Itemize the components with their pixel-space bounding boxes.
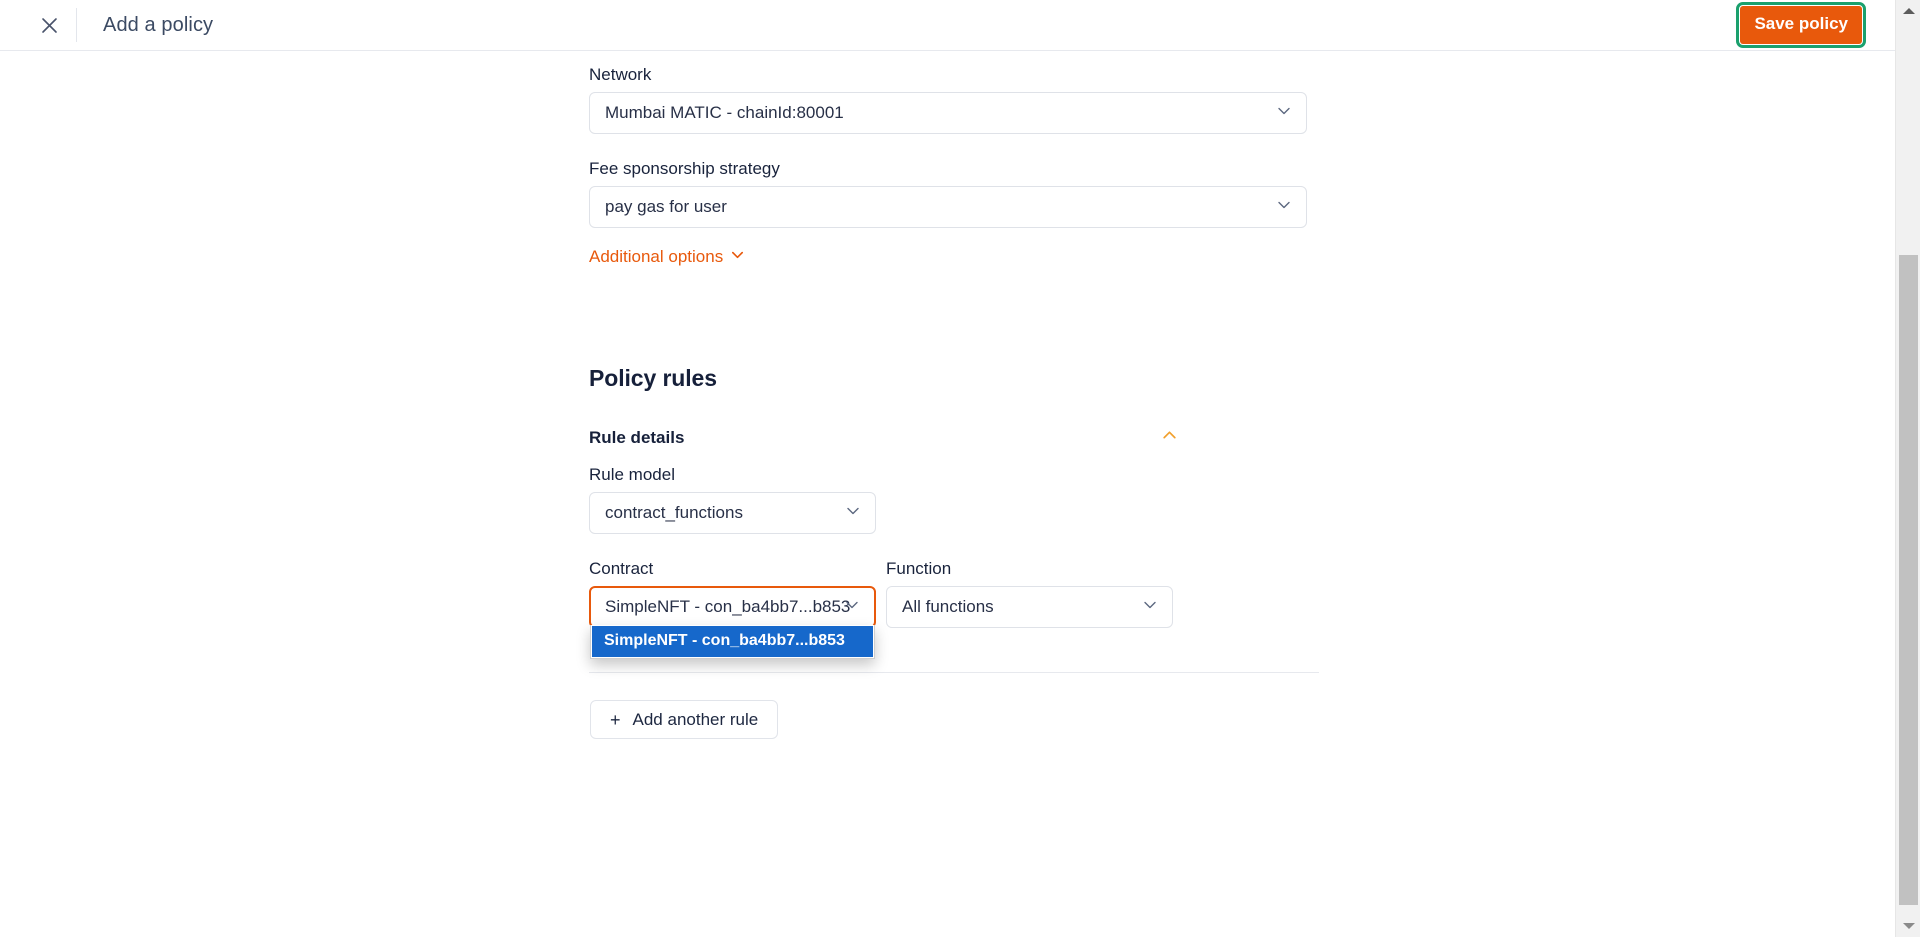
rule-details-header[interactable]: Rule details (589, 427, 1178, 449)
network-select[interactable]: Mumbai MATIC - chainId:80001 (589, 92, 1307, 134)
close-icon[interactable] (26, 2, 72, 48)
contract-options-list[interactable]: SimpleNFT - con_ba4bb7...b853 (590, 625, 875, 660)
chevron-down-icon (845, 503, 861, 524)
function-select[interactable]: All functions (886, 586, 1173, 628)
chevron-down-icon (1142, 597, 1158, 618)
fee-strategy-select-value: pay gas for user (605, 197, 727, 216)
chevron-down-icon (730, 247, 745, 267)
scroll-down-arrow[interactable] (1896, 915, 1920, 937)
network-select-value: Mumbai MATIC - chainId:80001 (605, 103, 844, 122)
close-icon-glyph (41, 17, 57, 33)
rule-model-select[interactable]: contract_functions (589, 492, 876, 534)
modal-header: Add a policy Save policy (0, 0, 1895, 51)
contract-select-value: SimpleNFT - con_ba4bb7...b853 (605, 597, 851, 616)
scroll-up-arrow[interactable] (1896, 0, 1920, 22)
modal-body: Network Mumbai MATIC - chainId:80001 Fee… (0, 51, 1895, 937)
additional-options-toggle[interactable]: Additional options (589, 247, 745, 267)
save-policy-button[interactable]: Save policy (1736, 2, 1866, 48)
fee-strategy-select[interactable]: pay gas for user (589, 186, 1307, 228)
chevron-up-icon (1161, 427, 1178, 449)
chevron-down-icon (1276, 103, 1292, 124)
chevron-down-icon (1276, 197, 1292, 218)
scrollbar-thumb[interactable] (1899, 255, 1918, 905)
plus-icon: + (610, 709, 621, 730)
rule-model-select-value: contract_functions (605, 503, 743, 522)
policy-rules-title: Policy rules (589, 365, 717, 391)
additional-options-label: Additional options (589, 247, 724, 266)
rules-divider (589, 672, 1319, 673)
vertical-scrollbar[interactable] (1895, 0, 1920, 937)
rule-model-label: Rule model (589, 465, 675, 484)
rule-details-label: Rule details (589, 428, 685, 447)
add-another-rule-button[interactable]: + Add another rule (590, 700, 779, 739)
contract-label: Contract (589, 559, 654, 578)
add-another-rule-label: Add another rule (632, 709, 759, 729)
fee-strategy-label: Fee sponsorship strategy (589, 159, 780, 178)
network-label: Network (589, 65, 652, 84)
contract-select[interactable]: SimpleNFT - con_ba4bb7...b853 (589, 586, 876, 628)
function-select-value: All functions (902, 597, 994, 616)
page-title: Add a policy (103, 13, 214, 36)
header-divider (76, 8, 77, 42)
function-label: Function (886, 559, 952, 578)
contract-option-item[interactable]: SimpleNFT - con_ba4bb7...b853 (592, 626, 873, 658)
